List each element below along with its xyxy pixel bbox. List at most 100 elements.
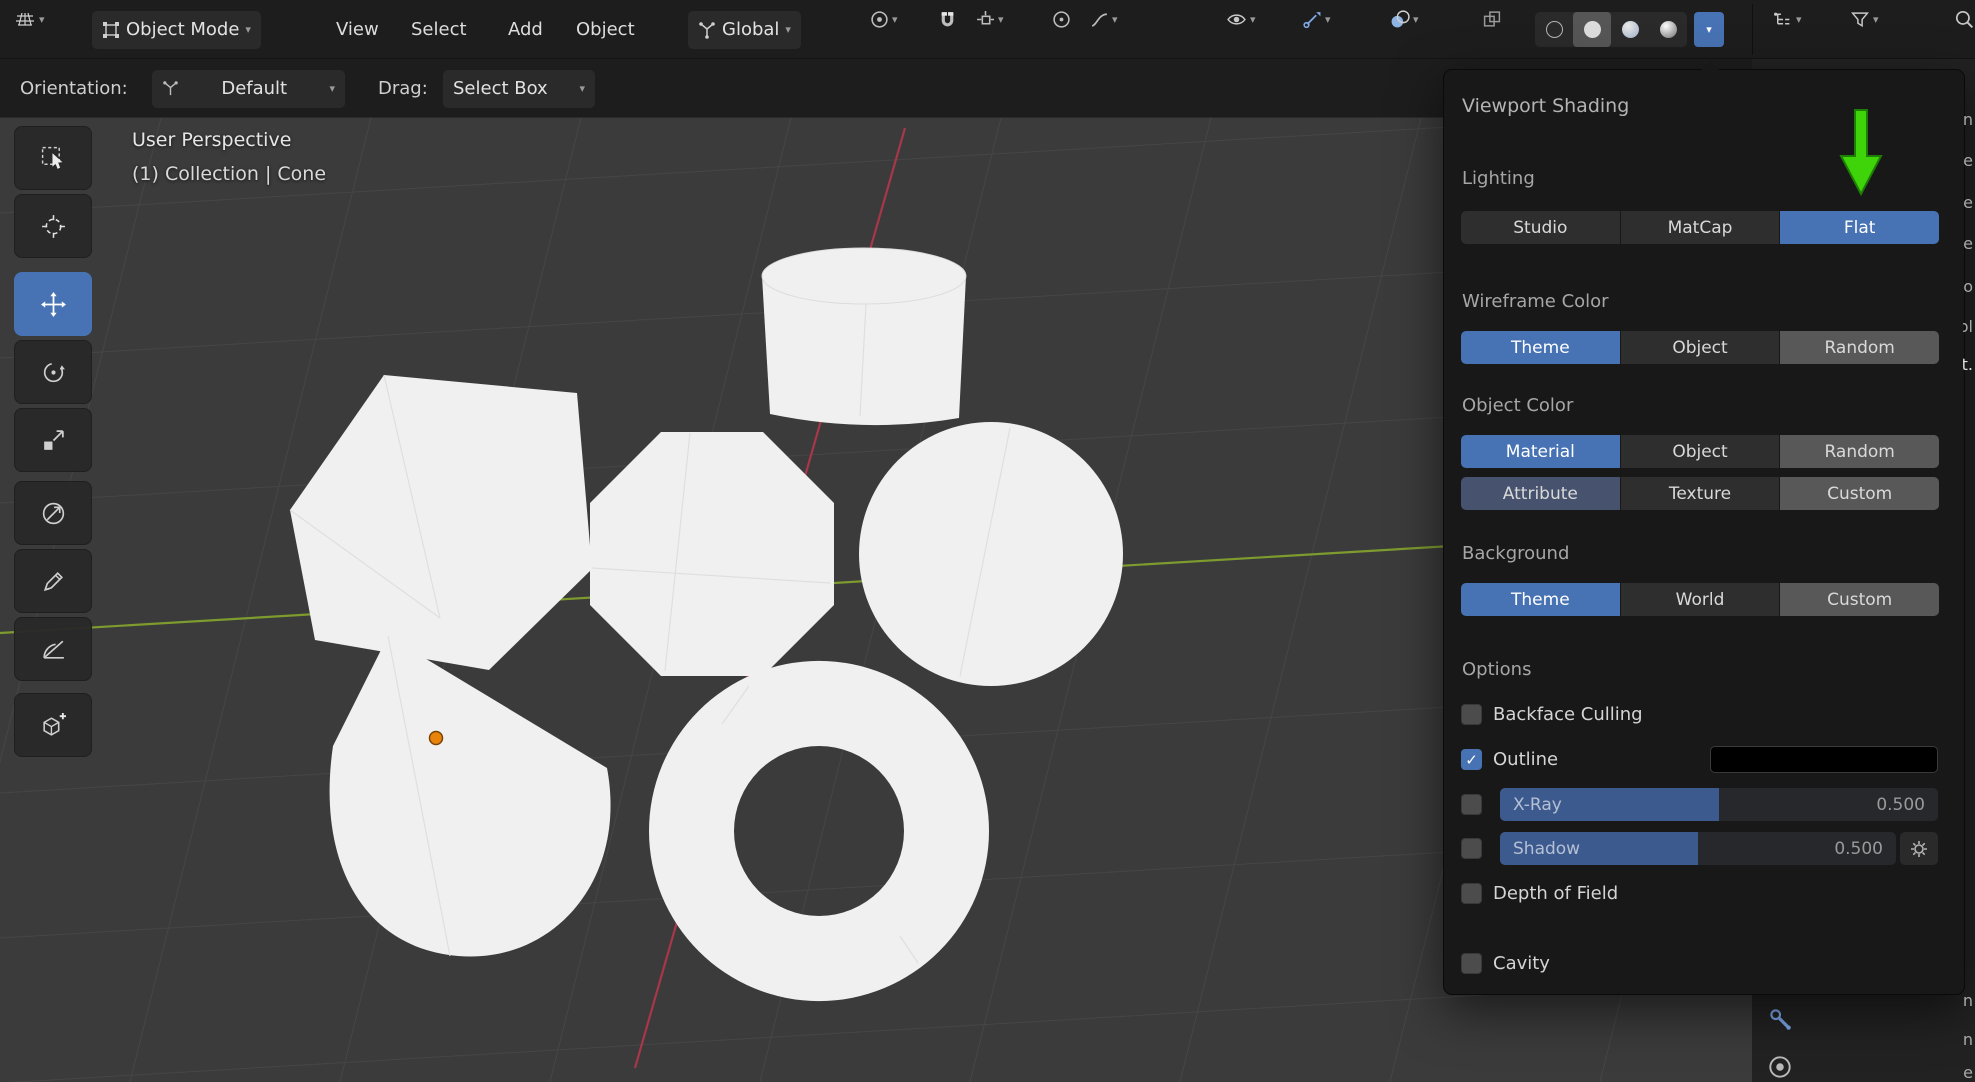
shadow-slider[interactable]: Shadow 0.500 bbox=[1500, 832, 1896, 865]
color-attribute-button[interactable]: Attribute bbox=[1461, 477, 1620, 510]
material-sphere-icon bbox=[1622, 21, 1639, 38]
gear-icon bbox=[1910, 840, 1928, 858]
menu-add[interactable]: Add bbox=[502, 0, 549, 59]
magnet-icon bbox=[939, 10, 956, 29]
cavity-label: Cavity bbox=[1493, 953, 1550, 974]
octagon-object[interactable] bbox=[590, 432, 834, 676]
orientation-value: Global bbox=[722, 19, 779, 40]
orientation-dropdown-value: Default bbox=[221, 78, 287, 99]
menu-view[interactable]: View bbox=[330, 0, 385, 59]
cylinder-top-face[interactable] bbox=[762, 248, 966, 304]
lighting-studio-button[interactable]: Studio bbox=[1461, 211, 1620, 244]
default-orientation-dropdown[interactable]: Default ▾ bbox=[152, 70, 345, 108]
shading-solid-button[interactable] bbox=[1573, 12, 1611, 47]
shading-material-button[interactable] bbox=[1611, 12, 1649, 47]
background-custom-button[interactable]: Custom bbox=[1780, 583, 1939, 616]
editor-type-button[interactable]: ▾ bbox=[10, 0, 49, 38]
wireframe-object-button[interactable]: Object bbox=[1621, 331, 1780, 364]
outliner-item-fragment: on bbox=[1963, 1032, 1973, 1048]
object-mode-icon bbox=[102, 21, 120, 39]
transform-orientation-dropdown[interactable]: Global ▾ bbox=[688, 11, 801, 49]
sphere-object[interactable] bbox=[859, 422, 1123, 686]
overlays-icon bbox=[1390, 10, 1410, 29]
color-object-button[interactable]: Object bbox=[1621, 435, 1780, 468]
depth-of-field-row: Depth of Field bbox=[1461, 880, 1618, 907]
gizmos-dropdown[interactable]: ▾ bbox=[1298, 0, 1335, 38]
background-theme-button[interactable]: Theme bbox=[1461, 583, 1620, 616]
eye-icon bbox=[1226, 10, 1247, 29]
orientation-axes-icon bbox=[162, 80, 179, 97]
orientation-label: Orientation: bbox=[20, 59, 128, 118]
add-cube-tool-button[interactable] bbox=[14, 693, 92, 757]
object-color-segment-row1: Material Object Random bbox=[1461, 435, 1939, 468]
shading-rendered-button[interactable] bbox=[1649, 12, 1687, 47]
mode-selector[interactable]: Object Mode ▾ bbox=[92, 11, 261, 49]
depth-of-field-label: Depth of Field bbox=[1493, 883, 1618, 904]
outliner-filter-dropdown[interactable]: ▾ bbox=[1846, 0, 1883, 38]
snap-toggle[interactable] bbox=[935, 0, 960, 38]
overlays-dropdown[interactable]: ▾ bbox=[1386, 0, 1423, 38]
orientation-group: Global ▾ bbox=[688, 0, 801, 59]
rotate-tool-button[interactable] bbox=[14, 340, 92, 404]
visibility-dropdown[interactable]: ▾ bbox=[1222, 0, 1260, 38]
menu-object[interactable]: Object bbox=[570, 0, 641, 59]
backface-culling-checkbox[interactable] bbox=[1461, 704, 1482, 725]
snap-target-icon bbox=[976, 10, 995, 29]
mode-selector-group: Object Mode ▾ bbox=[92, 0, 261, 59]
color-texture-button[interactable]: Texture bbox=[1621, 477, 1780, 510]
shading-options-dropdown[interactable]: ▾ bbox=[1694, 12, 1724, 47]
cursor-tool-button[interactable] bbox=[14, 194, 92, 258]
tweak-tool-button[interactable] bbox=[14, 126, 92, 190]
outline-checkbox[interactable]: ✓ bbox=[1461, 749, 1482, 770]
lighting-flat-button[interactable]: Flat bbox=[1780, 211, 1939, 244]
outliner-search[interactable] bbox=[1950, 0, 1975, 38]
xray-slider[interactable]: X-Ray 0.500 bbox=[1500, 788, 1938, 821]
annotate-pen-icon bbox=[40, 568, 67, 595]
xray-label: X-Ray bbox=[1513, 795, 1562, 815]
outliner-item-fragment: e bbox=[1963, 195, 1973, 211]
depth-of-field-checkbox[interactable] bbox=[1461, 883, 1482, 904]
cavity-checkbox[interactable] bbox=[1461, 953, 1482, 974]
proportional-falloff-dropdown[interactable]: ▾ bbox=[1086, 0, 1122, 38]
select-box-dropdown[interactable]: Select Box ▾ bbox=[443, 70, 595, 108]
background-world-button[interactable]: World bbox=[1621, 583, 1780, 616]
lighting-section-label: Lighting bbox=[1462, 168, 1535, 189]
mode-label: Object Mode bbox=[126, 19, 239, 40]
xray-toggle[interactable] bbox=[1478, 0, 1506, 38]
tweak-select-icon bbox=[40, 145, 67, 172]
xray-checkbox[interactable] bbox=[1461, 794, 1482, 815]
scale-tool-button[interactable] bbox=[14, 408, 92, 472]
shadow-checkbox[interactable] bbox=[1461, 838, 1482, 859]
lighting-matcap-button[interactable]: MatCap bbox=[1621, 211, 1780, 244]
outliner-item-fragment: e bbox=[1963, 236, 1973, 252]
color-random-button[interactable]: Random bbox=[1780, 435, 1939, 468]
measure-tool-button[interactable] bbox=[14, 617, 92, 681]
shading-wireframe-button[interactable] bbox=[1535, 12, 1573, 47]
proportional-editing-toggle[interactable] bbox=[1048, 0, 1075, 38]
pivot-point-dropdown[interactable]: ▾ bbox=[866, 0, 902, 38]
move-tool-button[interactable] bbox=[14, 272, 92, 336]
pivot-point-icon bbox=[870, 10, 889, 29]
toolbar bbox=[14, 126, 92, 761]
shadow-settings-button[interactable] bbox=[1900, 832, 1938, 865]
popover-notch bbox=[1700, 61, 1720, 71]
chevron-down-icon: ▾ bbox=[245, 24, 251, 35]
outline-color-swatch[interactable] bbox=[1710, 746, 1938, 773]
properties-tab-tool[interactable] bbox=[1766, 1005, 1794, 1037]
wireframe-random-button[interactable]: Random bbox=[1780, 331, 1939, 364]
wireframe-theme-button[interactable]: Theme bbox=[1461, 331, 1620, 364]
outline-label: Outline bbox=[1493, 749, 1558, 770]
snap-with-dropdown[interactable]: ▾ bbox=[972, 0, 1008, 38]
background-section-label: Background bbox=[1462, 543, 1569, 564]
transform-tool-button[interactable] bbox=[14, 481, 92, 545]
chevron-down-icon: ▾ bbox=[1706, 24, 1712, 35]
color-material-button[interactable]: Material bbox=[1461, 435, 1620, 468]
outliner-item-fragment: no bbox=[1963, 279, 1973, 295]
menu-select[interactable]: Select bbox=[405, 0, 473, 59]
global-axes-icon bbox=[698, 21, 716, 39]
annotate-tool-button[interactable] bbox=[14, 549, 92, 613]
properties-tab-render[interactable] bbox=[1766, 1053, 1794, 1082]
color-custom-button[interactable]: Custom bbox=[1780, 477, 1939, 510]
outliner-display-dropdown[interactable]: ▾ bbox=[1768, 0, 1806, 38]
chevron-down-icon: ▾ bbox=[785, 24, 791, 35]
